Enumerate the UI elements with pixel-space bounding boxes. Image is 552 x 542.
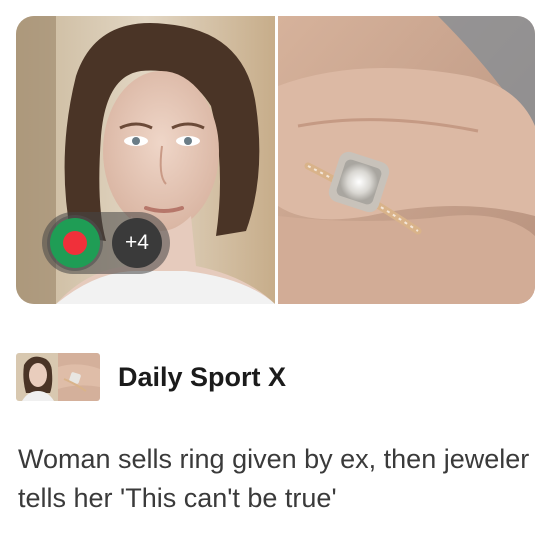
ring-photo bbox=[278, 16, 535, 304]
source-badge[interactable]: +4 bbox=[42, 212, 170, 274]
bangladesh-flag-icon bbox=[50, 218, 100, 268]
article-headline[interactable]: Woman sells ring given by ex, then jewel… bbox=[18, 440, 538, 518]
publisher-thumbnail bbox=[16, 353, 100, 401]
publisher-name[interactable]: Daily Sport X bbox=[118, 362, 286, 393]
news-card[interactable]: +4 Daily Sport X Woman sells ring given … bbox=[0, 0, 552, 542]
publisher[interactable]: Daily Sport X bbox=[16, 352, 286, 402]
more-sources-count: +4 bbox=[112, 218, 162, 268]
